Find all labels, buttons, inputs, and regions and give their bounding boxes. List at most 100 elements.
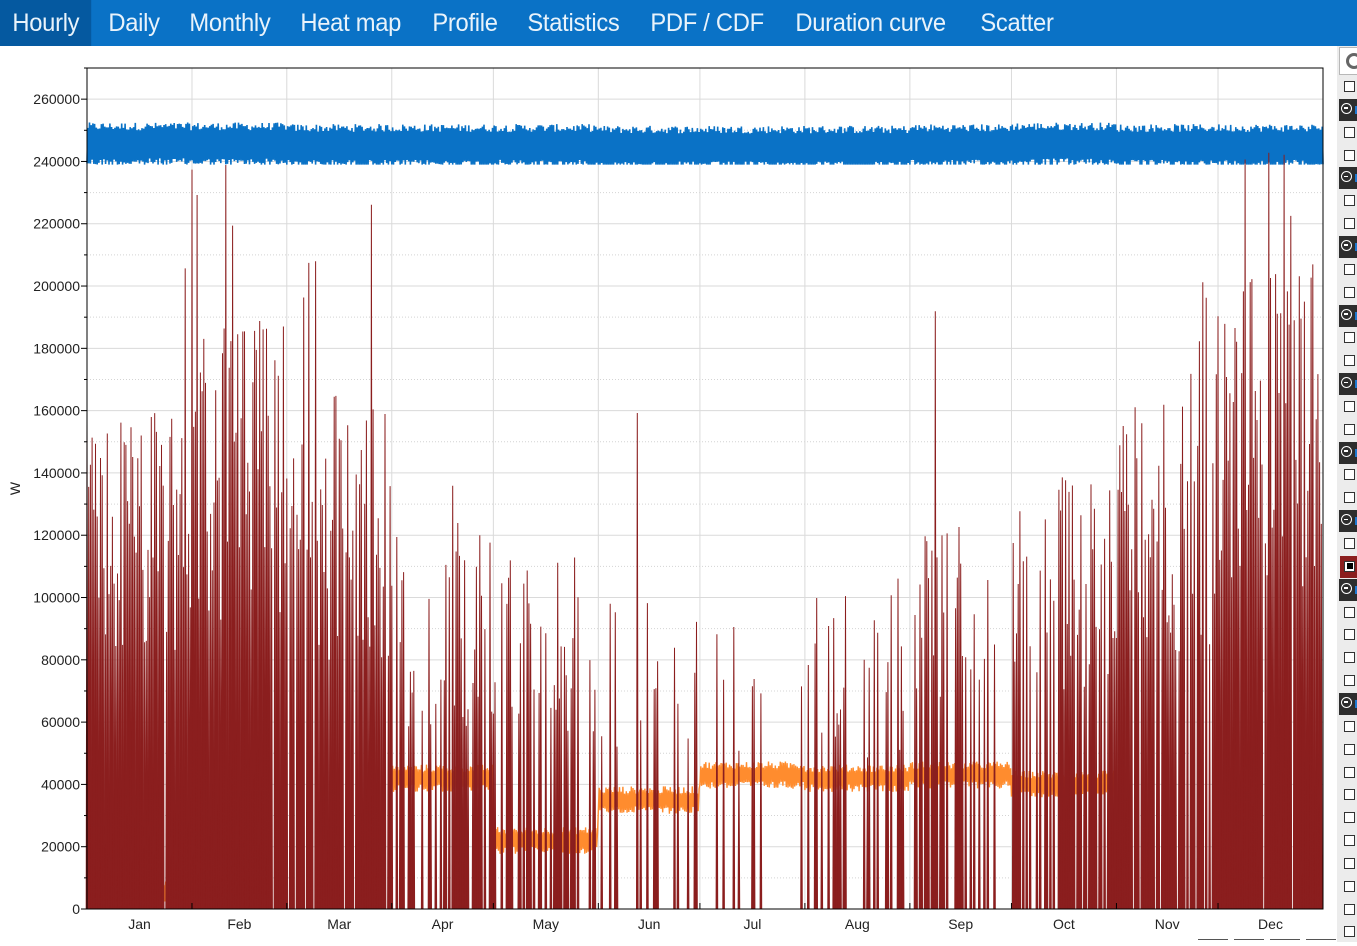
legend-series-checkbox[interactable] [1337,853,1357,875]
collapse-icon[interactable] [1341,102,1352,114]
tab-profile[interactable]: Profile [420,0,510,46]
series-darkred-spike [635,412,639,910]
series-darkred-spike [105,433,109,910]
checkbox[interactable] [1344,857,1355,869]
collapse-icon[interactable] [1341,171,1352,183]
legend-series-checkbox[interactable] [1337,670,1357,692]
checkbox[interactable] [1344,126,1355,138]
checkbox[interactable] [1344,355,1355,367]
legend-series-checkbox[interactable] [1337,464,1357,486]
checkbox[interactable] [1344,149,1355,161]
checkbox[interactable] [1344,675,1355,687]
checkbox[interactable] [1344,743,1355,755]
series-darkred-spike [915,688,918,910]
legend-search-input[interactable] [1339,47,1357,75]
tab-monthly[interactable]: Monthly [177,0,283,46]
legend-series-checkbox[interactable] [1337,647,1357,669]
series-darkred-spike [593,689,597,910]
checkbox[interactable] [1344,560,1355,572]
legend-group-header[interactable] [1339,98,1357,121]
checkbox[interactable] [1344,263,1355,275]
collapse-icon[interactable] [1341,308,1352,320]
checkbox[interactable] [1344,903,1355,915]
legend-series-checkbox[interactable] [1337,830,1357,852]
legend-series-checkbox[interactable] [1337,762,1357,784]
collapse-icon[interactable] [1341,582,1352,594]
legend-series-checkbox[interactable] [1337,190,1357,212]
series-darkred-spike [889,595,893,910]
tab-pdf-cdf[interactable]: PDF / CDF [638,0,776,46]
legend-series-checkbox[interactable] [1337,213,1357,235]
checkbox[interactable] [1344,538,1355,549]
checkbox[interactable] [1344,652,1355,664]
checkbox[interactable] [1344,332,1355,344]
legend-series-checkbox[interactable] [1337,716,1357,738]
tab-duration-curve[interactable]: Duration curve [783,0,958,46]
checkbox[interactable] [1344,81,1355,92]
scroll-segment[interactable] [1234,939,1264,943]
legend-series-checkbox[interactable] [1337,419,1357,441]
legend-series-checkbox[interactable] [1337,921,1357,942]
checkbox[interactable] [1344,195,1355,207]
scroll-segment[interactable] [1198,939,1228,943]
legend-series-checkbox[interactable] [1337,487,1357,509]
legend-series-checkbox[interactable] [1337,602,1357,624]
scroll-segment[interactable] [1306,939,1336,943]
checkbox[interactable] [1344,926,1355,938]
legend-series-checkbox[interactable] [1337,327,1357,349]
legend-group-header[interactable] [1339,373,1357,396]
legend-series-checkbox[interactable] [1337,876,1357,898]
series-legend-panel[interactable] [1337,46,1357,942]
legend-series-checkbox[interactable] [1337,739,1357,761]
series-darkred-spike [872,620,876,910]
legend-series-checkbox[interactable] [1337,76,1357,98]
checkbox[interactable] [1344,492,1355,504]
legend-group-header[interactable] [1339,692,1357,715]
legend-series-checkbox[interactable] [1337,350,1357,372]
tab-hourly[interactable]: Hourly [0,0,92,46]
legend-series-checkbox[interactable] [1337,899,1357,921]
legend-series-checkbox[interactable] [1337,807,1357,829]
checkbox[interactable] [1344,789,1355,801]
collapse-icon[interactable] [1341,696,1352,708]
legend-group-header[interactable] [1339,510,1357,533]
tab-heat-map[interactable]: Heat map [288,0,413,46]
checkbox[interactable] [1344,286,1355,298]
legend-series-checkbox[interactable] [1337,624,1357,646]
legend-series-checkbox[interactable] [1337,145,1357,167]
legend-series-checkbox[interactable] [1337,122,1357,144]
checkbox[interactable] [1344,720,1355,732]
checkbox[interactable] [1344,629,1355,641]
collapse-icon[interactable] [1341,239,1352,251]
legend-series-checkbox[interactable] [1337,282,1357,304]
checkbox[interactable] [1344,469,1355,481]
legend-group-header[interactable] [1339,304,1357,327]
checkbox[interactable] [1344,218,1355,230]
legend-series-checkbox[interactable] [1337,533,1357,555]
checkbox[interactable] [1344,606,1355,618]
legend-group-header[interactable] [1339,167,1357,190]
legend-group-header[interactable] [1339,235,1357,258]
y-tick-label: 120000 [33,527,80,543]
collapse-icon[interactable] [1341,445,1352,457]
checkbox[interactable] [1344,766,1355,778]
checkbox[interactable] [1344,835,1355,847]
legend-series-checkbox[interactable] [1337,259,1357,281]
legend-group-header[interactable] [1339,441,1357,464]
tab-daily[interactable]: Daily [96,0,172,46]
checkbox[interactable] [1344,400,1355,412]
checkbox[interactable] [1344,423,1355,435]
legend-series-checkbox[interactable] [1337,396,1357,418]
tab-scatter[interactable]: Scatter [968,0,1066,46]
legend-series-checkbox[interactable] [1337,784,1357,806]
legend-group-header[interactable] [1339,578,1357,601]
legend-series-checkbox-checked[interactable] [1340,555,1357,578]
checkbox[interactable] [1344,812,1355,824]
series-darkred-spike [371,409,375,910]
x-tick-label: Jun [638,916,661,932]
collapse-icon[interactable] [1341,514,1352,526]
checkbox[interactable] [1344,880,1355,892]
collapse-icon[interactable] [1341,377,1352,389]
tab-statistics[interactable]: Statistics [515,0,632,46]
scroll-segment[interactable] [1270,939,1300,943]
